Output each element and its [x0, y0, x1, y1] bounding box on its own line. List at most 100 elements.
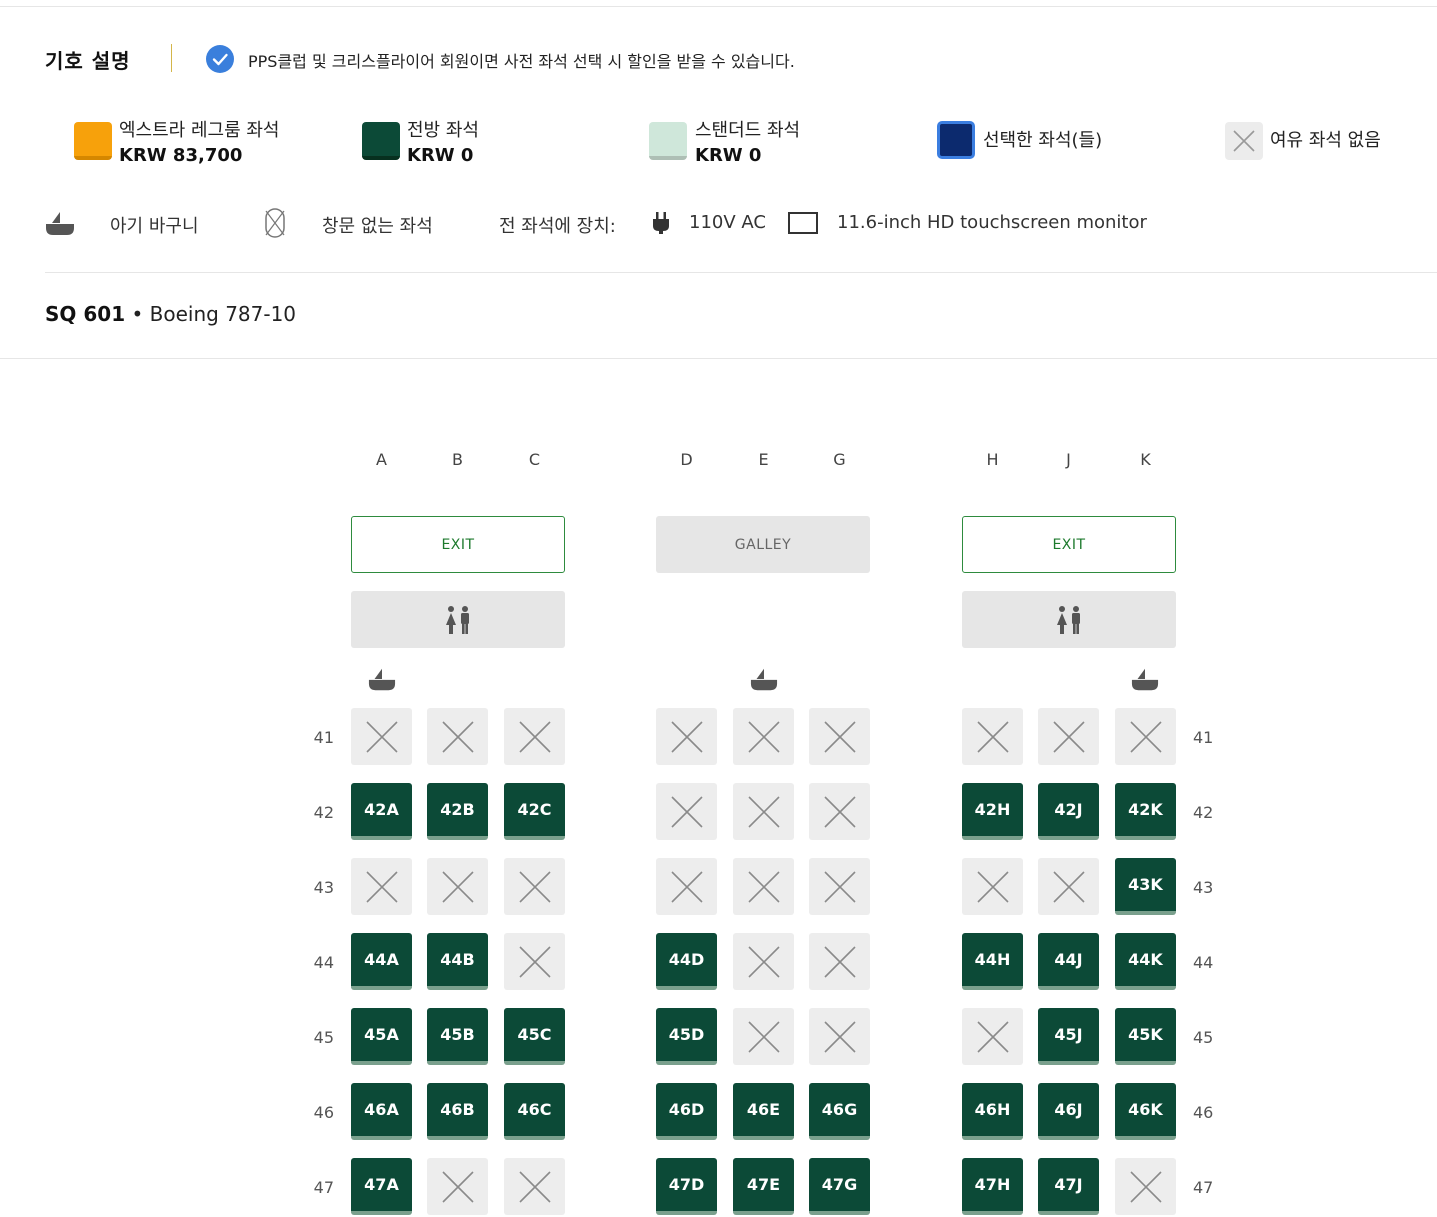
- selected-seat-swatch: [937, 121, 975, 159]
- seat-label: 45J: [1054, 1025, 1083, 1044]
- seat-46g[interactable]: 46G: [809, 1083, 870, 1140]
- row-number-left: 44: [313, 953, 334, 972]
- seat-42a[interactable]: 42A: [351, 783, 412, 840]
- seat-43k[interactable]: 43K: [1115, 858, 1176, 915]
- seat-45k[interactable]: 45K: [1115, 1008, 1176, 1065]
- seat-47h[interactable]: 47H: [962, 1158, 1023, 1215]
- forward-seat-swatch: [362, 122, 400, 160]
- seat-label: 47H: [974, 1175, 1011, 1194]
- seat-47a[interactable]: 47A: [351, 1158, 412, 1215]
- seat-label: 46B: [440, 1100, 475, 1119]
- column-letter: G: [833, 450, 846, 469]
- row-number-left: 42: [313, 803, 334, 822]
- seat-unavailable: [427, 708, 488, 765]
- seat-label: 46A: [364, 1100, 399, 1119]
- seat-46e[interactable]: 46E: [733, 1083, 794, 1140]
- close-icon: [1129, 1170, 1162, 1203]
- seat-47d[interactable]: 47D: [656, 1158, 717, 1215]
- seat-46c[interactable]: 46C: [504, 1083, 565, 1140]
- seat-label: 45A: [364, 1025, 399, 1044]
- seat-unavailable: [733, 858, 794, 915]
- lavatory-left: [351, 591, 565, 648]
- top-divider: [0, 6, 1437, 7]
- seat-45j[interactable]: 45J: [1038, 1008, 1099, 1065]
- seat-47g[interactable]: 47G: [809, 1158, 870, 1215]
- seat-44h[interactable]: 44H: [962, 933, 1023, 990]
- seat-46a[interactable]: 46A: [351, 1083, 412, 1140]
- exit-left-sign: EXIT: [351, 516, 565, 573]
- seat-46d[interactable]: 46D: [656, 1083, 717, 1140]
- close-icon: [823, 870, 856, 903]
- seat-label: 47J: [1054, 1175, 1083, 1194]
- discount-note: PPS클럽 및 크리스플라이어 회원이면 사전 좌석 선택 시 할인을 받을 수…: [248, 52, 795, 71]
- lavatory-icon: [446, 605, 469, 634]
- row-number-left: 41: [313, 728, 334, 747]
- flight-info: SQ 601 • Boeing 787-10: [45, 302, 296, 326]
- seat-label: 46D: [668, 1100, 705, 1119]
- lavatory-right: [962, 591, 1176, 648]
- bassinet-icon: [750, 666, 778, 696]
- seat-47e[interactable]: 47E: [733, 1158, 794, 1215]
- seat-label: 45K: [1128, 1025, 1163, 1044]
- seat-44a[interactable]: 44A: [351, 933, 412, 990]
- column-letter: A: [376, 450, 387, 469]
- seat-42k[interactable]: 42K: [1115, 783, 1176, 840]
- legend-item-name: 전방 좌석: [407, 120, 479, 141]
- seat-45c[interactable]: 45C: [504, 1008, 565, 1065]
- power-label: 110V AC: [689, 212, 766, 233]
- seat-47j[interactable]: 47J: [1038, 1158, 1099, 1215]
- seat-label: 46K: [1128, 1100, 1163, 1119]
- seat-44d[interactable]: 44D: [656, 933, 717, 990]
- seat-45b[interactable]: 45B: [427, 1008, 488, 1065]
- seat-42c[interactable]: 42C: [504, 783, 565, 840]
- close-icon: [441, 870, 474, 903]
- close-icon: [747, 1020, 780, 1053]
- seat-unavailable: [427, 858, 488, 915]
- seat-46j[interactable]: 46J: [1038, 1083, 1099, 1140]
- seat-42b[interactable]: 42B: [427, 783, 488, 840]
- seat-44b[interactable]: 44B: [427, 933, 488, 990]
- seat-45d[interactable]: 45D: [656, 1008, 717, 1065]
- seat-46h[interactable]: 46H: [962, 1083, 1023, 1140]
- seat-label: 44K: [1128, 950, 1163, 969]
- legend-divider: [171, 44, 172, 72]
- aircraft-type: Boeing 787-10: [149, 302, 297, 326]
- legend-item-price: KRW 0: [407, 145, 474, 166]
- seat-label: 47D: [668, 1175, 705, 1194]
- close-icon: [1052, 870, 1085, 903]
- close-icon: [747, 945, 780, 978]
- seat-label: 45B: [440, 1025, 475, 1044]
- legend-item-name: 스탠더드 좌석: [695, 120, 801, 141]
- seat-unavailable: [656, 708, 717, 765]
- close-icon: [518, 720, 551, 753]
- column-letter: C: [528, 450, 541, 469]
- seat-label: 42A: [364, 800, 399, 819]
- seat-45a[interactable]: 45A: [351, 1008, 412, 1065]
- seat-44j[interactable]: 44J: [1038, 933, 1099, 990]
- seat-46k[interactable]: 46K: [1115, 1083, 1176, 1140]
- seat-unavailable: [733, 708, 794, 765]
- monitor-icon: [788, 212, 818, 238]
- lavatory-icon: [1057, 605, 1080, 634]
- seat-unavailable: [504, 933, 565, 990]
- row-number-left: 45: [313, 1028, 334, 1047]
- seat-unavailable: [733, 783, 794, 840]
- bassinet-icon: [45, 210, 75, 240]
- no-window-label: 창문 없는 좌석: [322, 216, 433, 237]
- bassinet-label: 아기 바구니: [110, 216, 199, 237]
- close-icon: [670, 795, 703, 828]
- seat-46b[interactable]: 46B: [427, 1083, 488, 1140]
- bassinet-icon: [1131, 666, 1159, 696]
- seat-42h[interactable]: 42H: [962, 783, 1023, 840]
- seat-label: 47G: [821, 1175, 858, 1194]
- seat-44k[interactable]: 44K: [1115, 933, 1176, 990]
- seat-label: 46E: [746, 1100, 781, 1119]
- section-divider: [45, 272, 1437, 273]
- seat-42j[interactable]: 42J: [1038, 783, 1099, 840]
- seat-unavailable: [656, 783, 717, 840]
- seat-label: 44J: [1054, 950, 1083, 969]
- galley-area: GALLEY: [656, 516, 870, 573]
- seat-unavailable: [1115, 1158, 1176, 1215]
- close-icon: [976, 720, 1009, 753]
- seat-unavailable: [962, 1008, 1023, 1065]
